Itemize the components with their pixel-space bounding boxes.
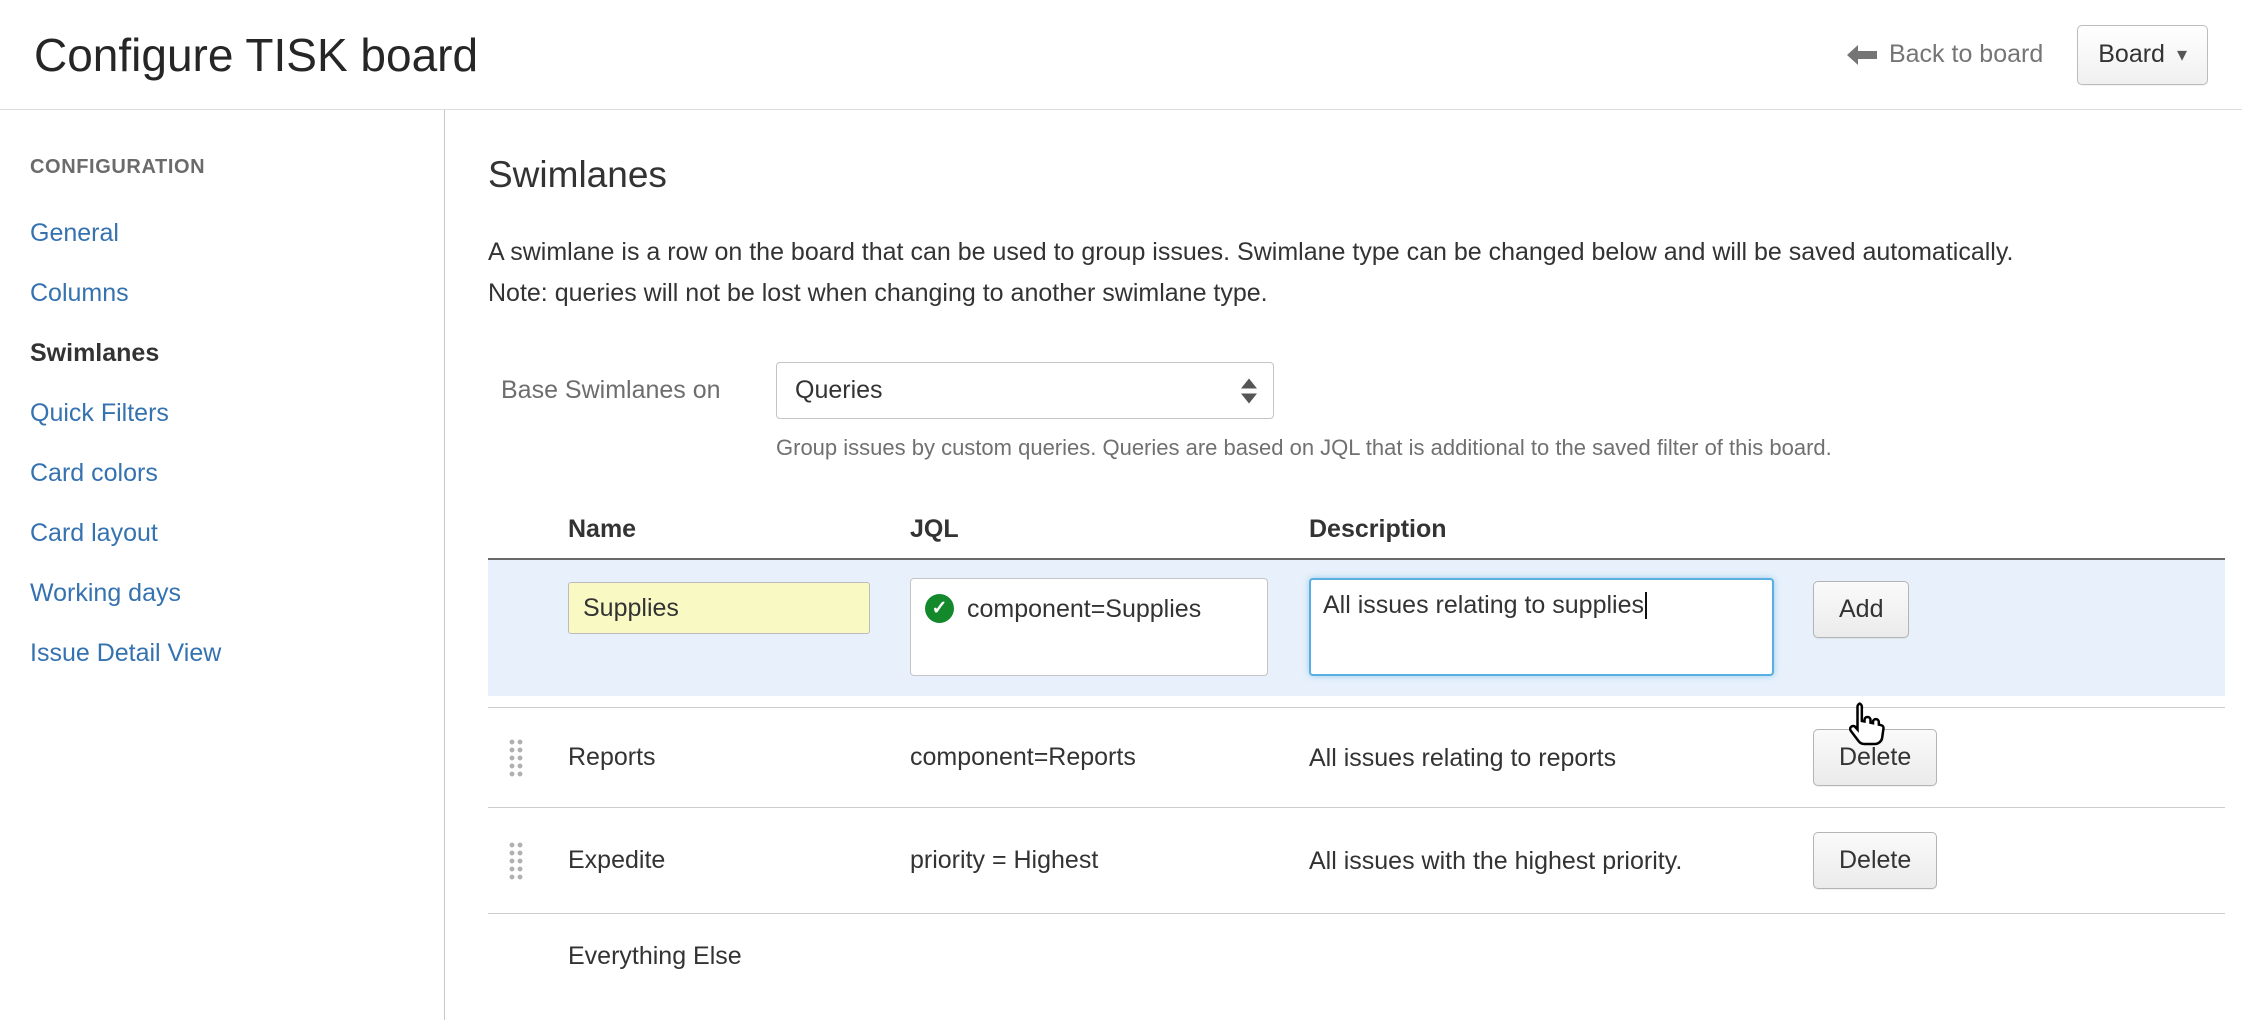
page-header: Configure TISK board Back to board Board… (0, 0, 2242, 110)
base-swimlanes-label: Base Swimlanes on (501, 376, 746, 405)
base-swimlanes-select[interactable]: Queries (776, 362, 1274, 419)
row-name: Reports (568, 743, 910, 772)
back-to-board-link[interactable]: Back to board (1847, 40, 2043, 69)
jql-input[interactable]: ✓ component=Supplies (910, 578, 1268, 676)
sidebar-item-issue-detail-view[interactable]: Issue Detail View (30, 623, 444, 683)
select-spinner-icon (1241, 378, 1257, 403)
base-swimlanes-help: Group issues by custom queries. Queries … (776, 435, 2242, 461)
board-button-label: Board (2098, 40, 2165, 69)
description-value: All issues relating to supplies (1323, 591, 1644, 619)
table-header-row: Name JQL Description (488, 515, 2225, 560)
sidebar-item-card-colors[interactable]: Card colors (30, 443, 444, 503)
row-jql: component=Reports (910, 743, 1309, 772)
sidebar-item-swimlanes[interactable]: Swimlanes (30, 323, 444, 383)
header-action-spacer (1813, 515, 2225, 544)
header-description: Description (1309, 515, 1813, 544)
header-name: Name (568, 515, 910, 544)
table-row: Expedite priority = Highest All issues w… (488, 807, 2225, 913)
board-caret-icon: ▾ (2177, 42, 2187, 67)
configuration-heading: CONFIGURATION (30, 156, 444, 179)
sidebar-item-quick-filters[interactable]: Quick Filters (30, 383, 444, 443)
base-swimlanes-row: Base Swimlanes on Queries (488, 362, 2242, 419)
swimlanes-description-line-2: Note: queries will not be lost when chan… (488, 273, 2242, 314)
text-cursor (1645, 592, 1647, 619)
table-row: Reports component=Reports All issues rel… (488, 707, 2225, 807)
add-button[interactable]: Add (1813, 581, 1909, 638)
page-title: Configure TISK board (34, 28, 478, 82)
back-arrow-icon (1847, 44, 1877, 66)
main-panel: Swimlanes A swimlane is a row on the boa… (445, 110, 2242, 1020)
back-to-board-label: Back to board (1889, 40, 2043, 69)
description-textarea[interactable]: All issues relating to supplies (1309, 578, 1774, 676)
base-swimlanes-selected-value: Queries (795, 376, 883, 405)
sidebar: CONFIGURATION General Columns Swimlanes … (0, 110, 445, 1020)
content: CONFIGURATION General Columns Swimlanes … (0, 110, 2242, 1020)
header-actions: Back to board Board ▾ (1847, 25, 2208, 85)
delete-button[interactable]: Delete (1813, 832, 1937, 889)
drag-handle-icon[interactable] (508, 738, 525, 778)
row-name: Everything Else (568, 942, 910, 971)
swimlane-rows: Reports component=Reports All issues rel… (488, 707, 2225, 1015)
jql-input-value: component=Supplies (967, 595, 1201, 624)
sidebar-item-working-days[interactable]: Working days (30, 563, 444, 623)
row-name: Expedite (568, 846, 910, 875)
swimlanes-description-line-1: A swimlane is a row on the board that ca… (488, 232, 2242, 273)
swimlanes-title: Swimlanes (488, 154, 2242, 196)
sidebar-item-general[interactable]: General (30, 203, 444, 263)
sidebar-item-columns[interactable]: Columns (30, 263, 444, 323)
table-row: Everything Else (488, 913, 2225, 1015)
drag-handle-icon[interactable] (508, 841, 525, 881)
jql-valid-icon: ✓ (925, 594, 954, 623)
board-dropdown-button[interactable]: Board ▾ (2077, 25, 2208, 85)
header-handle-spacer (488, 515, 568, 544)
name-input[interactable] (568, 582, 870, 634)
row-jql: priority = Highest (910, 846, 1309, 875)
delete-button[interactable]: Delete (1813, 729, 1937, 786)
sidebar-item-card-layout[interactable]: Card layout (30, 503, 444, 563)
new-swimlane-row: ✓ component=Supplies All issues relating… (488, 560, 2225, 696)
swimlanes-table: Name JQL Description ✓ component=Supplie… (488, 515, 2225, 1015)
header-jql: JQL (910, 515, 1309, 544)
row-description: All issues relating to reports (1309, 738, 1739, 778)
row-description: All issues with the highest priority. (1309, 841, 1739, 881)
